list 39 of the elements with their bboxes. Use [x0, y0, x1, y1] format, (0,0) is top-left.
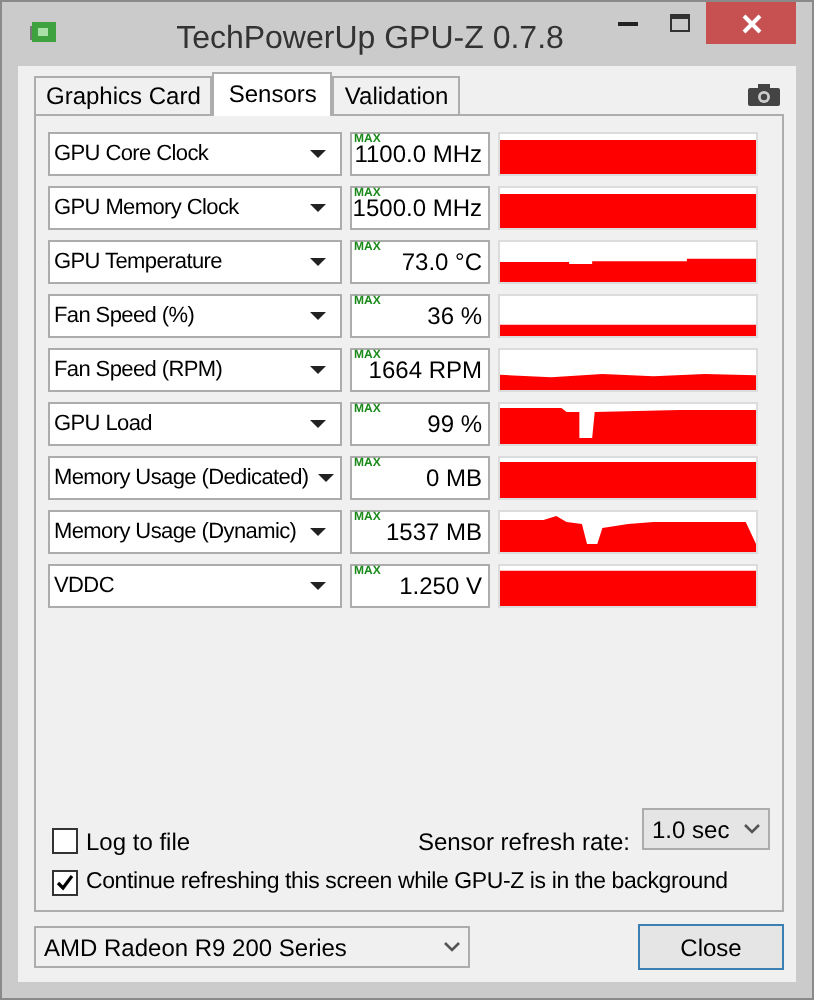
camera-icon[interactable]	[748, 84, 780, 106]
sensor-dropdown[interactable]: Memory Usage (Dedicated)	[48, 456, 342, 500]
dropdown-arrow-icon	[310, 204, 326, 212]
dropdown-arrow-icon	[310, 312, 326, 320]
dropdown-arrow-icon	[310, 528, 326, 536]
close-button[interactable]: Close	[638, 924, 784, 970]
tab[interactable]: Sensors	[212, 72, 333, 116]
dropdown-arrow-icon	[310, 150, 326, 158]
sensor-dropdown[interactable]: GPU Load	[48, 402, 342, 446]
log-to-file-checkbox[interactable]	[52, 828, 78, 855]
maximize-icon	[670, 13, 690, 31]
sensor-dropdown[interactable]: Memory Usage (Dynamic)	[48, 510, 342, 554]
tab[interactable]: Validation	[332, 76, 461, 114]
close-icon	[741, 13, 761, 33]
chevron-icon	[744, 824, 760, 835]
app-icon	[30, 20, 58, 44]
tab[interactable]: Graphics Card	[34, 76, 213, 114]
refresh-rate-label: Sensor refresh rate:	[417, 825, 630, 860]
device-dropdown[interactable]: AMD Radeon R9 200 Series	[34, 926, 470, 968]
sensor-dropdown[interactable]: VDDC	[48, 564, 342, 608]
continue-refreshing-label: Continue refreshing this screen while GPU-Z is in the background	[86, 867, 728, 898]
sensor-dropdown[interactable]: Fan Speed (RPM)	[48, 348, 342, 392]
dropdown-arrow-icon	[310, 582, 326, 590]
refresh-rate-dropdown[interactable]: 1.0 sec	[642, 808, 770, 851]
dropdown-arrow-icon	[310, 366, 326, 374]
checkmark-icon	[56, 873, 74, 892]
dropdown-arrow-icon	[310, 420, 326, 428]
chevron-icon	[444, 942, 460, 952]
dropdown-arrow-icon	[318, 474, 335, 482]
window-title: TechPowerUp GPU-Z 0.7.8	[174, 20, 566, 60]
minimize-icon	[618, 19, 638, 25]
continue-refreshing-checkbox[interactable]	[52, 869, 78, 896]
sensor-dropdown[interactable]: GPU Memory Clock	[48, 186, 342, 230]
close-button[interactable]	[706, 2, 796, 44]
dropdown-arrow-icon	[310, 258, 326, 266]
sensor-dropdown[interactable]: GPU Core Clock	[48, 132, 342, 176]
sensor-dropdown[interactable]: GPU Temperature	[48, 240, 342, 284]
sensor-dropdown[interactable]: Fan Speed (%)	[48, 294, 342, 338]
log-to-file-label: Log to file	[86, 825, 191, 860]
